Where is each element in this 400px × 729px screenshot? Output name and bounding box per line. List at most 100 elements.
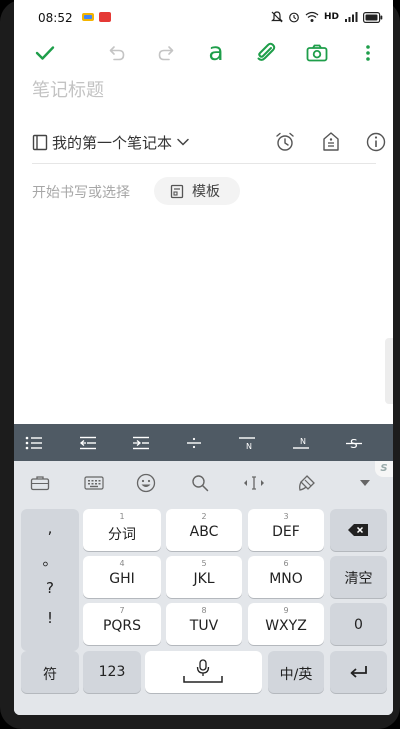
redo-button[interactable] bbox=[153, 40, 179, 66]
more-vertical-icon bbox=[366, 45, 370, 61]
toolbox-button[interactable] bbox=[28, 472, 52, 494]
reminder-icon[interactable] bbox=[273, 130, 297, 154]
info-icon[interactable] bbox=[364, 130, 388, 154]
key-label: TUV bbox=[189, 618, 219, 634]
punct-comma[interactable]: , bbox=[21, 519, 79, 537]
key-label: MNO bbox=[269, 571, 303, 587]
notebook-selector[interactable]: 我的第一个笔记本 bbox=[32, 128, 190, 156]
template-button[interactable]: 模板 bbox=[154, 177, 240, 205]
key-num: 5 bbox=[201, 559, 207, 568]
key-num: 4 bbox=[119, 559, 125, 568]
paperclip-icon bbox=[257, 42, 276, 61]
key-2[interactable]: 2 ABC bbox=[166, 509, 242, 551]
key-label: 0 bbox=[354, 617, 363, 633]
attach-button[interactable] bbox=[253, 40, 279, 66]
status-time: 08:52 bbox=[38, 11, 73, 25]
enter-key[interactable] bbox=[330, 651, 387, 693]
toolbox-icon bbox=[30, 476, 50, 491]
undo-icon bbox=[109, 46, 125, 61]
screen: 08:52 HD a 笔记标题 我的第一个笔记本 开始书写或选择 模板 N N … bbox=[14, 0, 393, 715]
subscript-button[interactable]: N bbox=[289, 431, 313, 455]
key-0[interactable]: 0 bbox=[330, 603, 387, 645]
backspace-key[interactable] bbox=[330, 509, 387, 551]
symbol-key[interactable]: 符 bbox=[21, 651, 79, 693]
emoji-icon bbox=[136, 473, 156, 493]
numeric-key[interactable]: 123 bbox=[83, 651, 141, 693]
check-icon bbox=[35, 46, 55, 60]
punct-question[interactable]: ? bbox=[21, 579, 79, 597]
key-label: WXYZ bbox=[265, 618, 307, 634]
space-key[interactable] bbox=[145, 651, 262, 693]
wifi-icon bbox=[305, 11, 319, 22]
key-label: 符 bbox=[43, 667, 57, 683]
divider-line-button[interactable] bbox=[182, 431, 206, 455]
language-switch-key[interactable]: 中/英 bbox=[268, 651, 324, 693]
key-3[interactable]: 3 DEF bbox=[248, 509, 324, 551]
clear-key[interactable]: 清空 bbox=[330, 556, 387, 598]
template-label: 模板 bbox=[192, 184, 220, 200]
note-title-input[interactable]: 笔记标题 bbox=[32, 76, 104, 102]
notebook-name: 我的第一个笔记本 bbox=[52, 133, 173, 152]
video-app-icon bbox=[99, 12, 111, 22]
outdent-icon bbox=[79, 436, 96, 450]
divide-icon bbox=[187, 437, 201, 449]
status-bar: 08:52 HD bbox=[14, 0, 393, 36]
key-8[interactable]: 8 TUV bbox=[166, 603, 242, 645]
key-label: 清空 bbox=[344, 571, 373, 587]
superscript-button[interactable]: N bbox=[235, 431, 259, 455]
key-label: 123 bbox=[98, 664, 126, 680]
keyboard-search-button[interactable] bbox=[188, 472, 212, 494]
key-4[interactable]: 4 GHI bbox=[83, 556, 161, 598]
key-9[interactable]: 9 WXYZ bbox=[248, 603, 324, 645]
search-icon bbox=[192, 475, 209, 492]
subscript-icon: N bbox=[293, 437, 309, 449]
camera-button[interactable] bbox=[304, 40, 330, 66]
key-6[interactable]: 6 MNO bbox=[248, 556, 324, 598]
triangle-down-icon bbox=[360, 480, 370, 486]
done-button[interactable] bbox=[32, 40, 58, 66]
text-format-button[interactable]: a bbox=[203, 39, 229, 66]
redo-icon bbox=[158, 46, 174, 61]
notebook-row: 我的第一个笔记本 bbox=[32, 128, 386, 156]
key-5[interactable]: 5 JKL bbox=[166, 556, 242, 598]
key-num: 1 bbox=[119, 512, 125, 521]
tag-icon[interactable] bbox=[319, 130, 343, 154]
more-button[interactable] bbox=[355, 40, 381, 66]
app-notification-icon bbox=[82, 13, 94, 21]
collapse-keyboard-button[interactable] bbox=[353, 472, 377, 494]
strikethrough-button[interactable]: S bbox=[342, 431, 366, 455]
key-label: DEF bbox=[272, 524, 300, 540]
bullet-list-button[interactable] bbox=[22, 431, 46, 455]
network-type: HD bbox=[323, 12, 339, 22]
ime-logo: S bbox=[375, 461, 393, 477]
punct-period[interactable]: 。 bbox=[21, 549, 79, 570]
cursor-move-icon bbox=[244, 476, 264, 490]
editor-toolbar: a bbox=[14, 36, 393, 70]
key-label: ABC bbox=[189, 524, 219, 540]
strikethrough-icon: S bbox=[346, 437, 362, 450]
enter-icon bbox=[350, 666, 367, 678]
key-num: 8 bbox=[201, 606, 207, 615]
format-bar: N N S bbox=[14, 424, 393, 461]
cursor-move-button[interactable] bbox=[242, 472, 266, 494]
key-label: 分词 bbox=[108, 527, 136, 543]
scroll-handle[interactable] bbox=[385, 338, 393, 404]
brush-icon bbox=[299, 475, 315, 491]
camera-icon bbox=[306, 44, 328, 62]
outdent-button[interactable] bbox=[76, 431, 100, 455]
key-1[interactable]: 1 分词 bbox=[83, 509, 161, 551]
divider bbox=[32, 163, 376, 164]
punct-exclaim[interactable]: ! bbox=[21, 609, 79, 627]
emoji-button[interactable] bbox=[134, 472, 158, 494]
key-num: 6 bbox=[283, 559, 289, 568]
notebook-icon bbox=[32, 134, 48, 150]
key-label: 中/英 bbox=[279, 667, 313, 683]
undo-button[interactable] bbox=[104, 40, 130, 66]
keyboard-layout-button[interactable] bbox=[82, 472, 106, 494]
note-body-input[interactable]: 开始书写或选择 bbox=[32, 182, 130, 202]
key-7[interactable]: 7 PQRS bbox=[83, 603, 161, 645]
indent-button[interactable] bbox=[129, 431, 153, 455]
backspace-icon bbox=[348, 524, 368, 536]
punctuation-column[interactable]: , 。 ? ! bbox=[21, 509, 79, 651]
skin-button[interactable] bbox=[295, 472, 319, 494]
